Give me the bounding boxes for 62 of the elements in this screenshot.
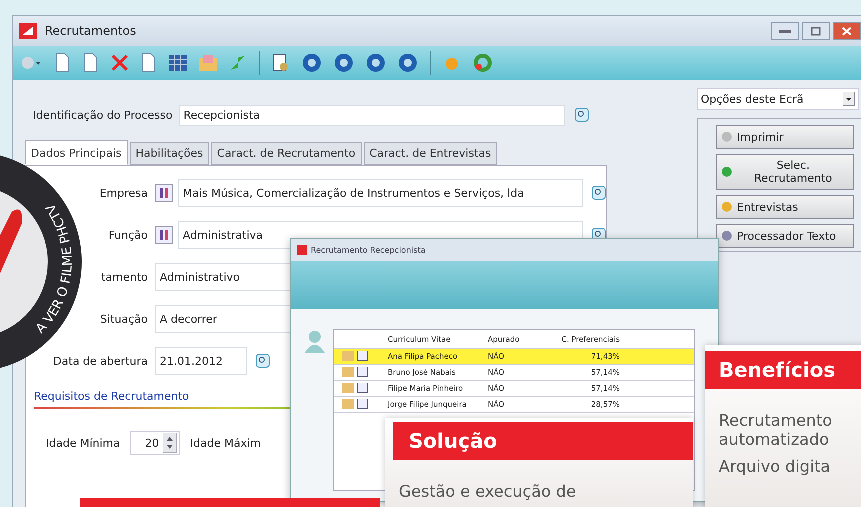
- options-dropdown[interactable]: Opções deste Ecrã: [697, 88, 859, 110]
- navigation-icon[interactable]: [366, 53, 386, 73]
- person-icon: [303, 329, 327, 353]
- card-title: Benefícios: [705, 351, 861, 389]
- tab[interactable]: Habilitações: [130, 142, 210, 165]
- tab[interactable]: Dados Principais: [25, 140, 128, 165]
- option-icon: [720, 165, 734, 179]
- file-icon: [342, 382, 368, 392]
- maximize-icon: [811, 26, 821, 36]
- app-logo-icon: [297, 245, 307, 255]
- document-icon[interactable]: [83, 53, 99, 73]
- option-icon: [720, 200, 734, 214]
- card-text: Arquivo digita: [718, 457, 832, 476]
- preview-icon[interactable]: [272, 54, 290, 72]
- option-button[interactable]: Selec. Recrutamento: [716, 154, 854, 190]
- app-logo-icon: [19, 23, 37, 39]
- minimize-icon: [779, 28, 791, 34]
- field-label: Data de abertura: [53, 354, 148, 368]
- caret-icon: [843, 92, 855, 106]
- navigation-icon[interactable]: [398, 53, 418, 73]
- refresh-icon[interactable]: [473, 53, 493, 73]
- table-icon[interactable]: [169, 55, 187, 71]
- field-label: tamento: [101, 270, 148, 284]
- field-label: Idade Máxim: [190, 436, 261, 450]
- delete-icon[interactable]: [111, 54, 129, 72]
- book-icon[interactable]: [155, 184, 173, 202]
- minimize-button[interactable]: [771, 22, 799, 40]
- card-text: Recrutamento: [718, 411, 834, 430]
- tab[interactable]: Caract. de Recrutamento: [211, 142, 362, 165]
- navigation-icon[interactable]: [302, 53, 322, 73]
- option-button[interactable]: Processador Texto: [716, 224, 854, 248]
- card-title: Solução: [393, 422, 693, 460]
- input-field[interactable]: Mais Música, Comercialização de Instrumentos e Serviços, lda: [178, 179, 583, 207]
- book-icon[interactable]: [155, 226, 173, 244]
- option-icon: [720, 130, 734, 144]
- navigation-icon[interactable]: [334, 53, 354, 73]
- file-icon: [342, 398, 368, 408]
- file-icon: [342, 366, 368, 376]
- card-text: Gestão e execução de: [398, 482, 578, 501]
- field-label: Empresa: [100, 186, 148, 200]
- process-label: Identificação do Processo: [33, 108, 173, 122]
- number-spinner[interactable]: 20: [130, 431, 180, 455]
- file-icon: [342, 350, 368, 360]
- search-icon[interactable]: [256, 354, 270, 368]
- option-button[interactable]: Imprimir: [716, 125, 854, 149]
- field-label: Situação: [100, 312, 148, 326]
- maximize-button[interactable]: [802, 22, 830, 40]
- document-icon[interactable]: [141, 53, 157, 73]
- option-button[interactable]: Entrevistas: [716, 195, 854, 219]
- field-label: Idade Mínima: [46, 436, 120, 450]
- search-icon[interactable]: [574, 108, 589, 122]
- input-field[interactable]: 21.01.2012: [155, 347, 247, 375]
- window-title: Recrutamentos: [45, 24, 136, 38]
- document-icon[interactable]: [55, 53, 71, 73]
- tab[interactable]: Caract. de Entrevistas: [364, 142, 498, 165]
- field-label: Função: [108, 228, 148, 242]
- card-text: automatizado: [718, 430, 830, 449]
- close-button[interactable]: [833, 22, 861, 40]
- process-field[interactable]: Recepcionista: [178, 104, 565, 126]
- search-icon[interactable]: [592, 186, 606, 200]
- option-icon: [720, 229, 734, 243]
- close-icon: [842, 26, 852, 36]
